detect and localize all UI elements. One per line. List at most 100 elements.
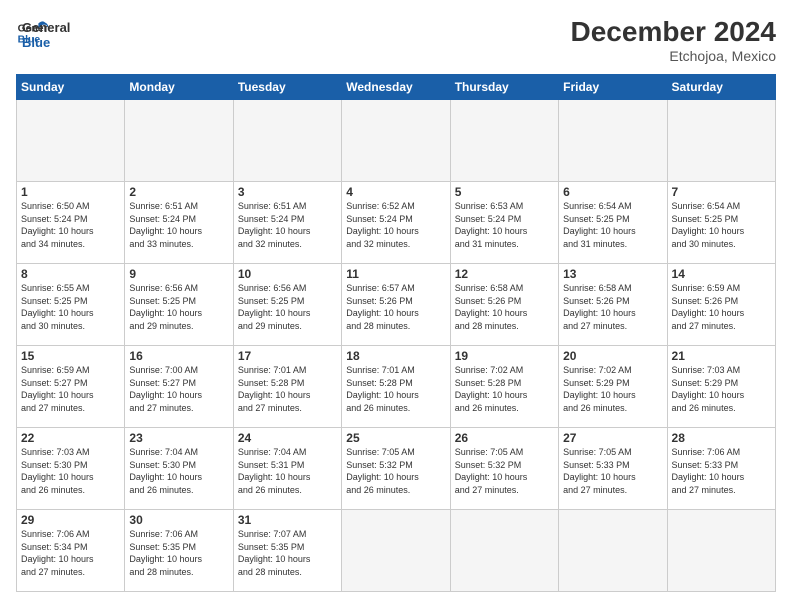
logo: General Blue General Blue <box>16 16 70 50</box>
day-number: 2 <box>129 185 228 199</box>
day-number: 10 <box>238 267 337 281</box>
table-row: 25Sunrise: 7:05 AMSunset: 5:32 PMDayligh… <box>342 428 450 510</box>
day-info: Sunrise: 6:59 AMSunset: 5:27 PMDaylight:… <box>21 364 120 414</box>
header-friday: Friday <box>559 75 667 100</box>
header-sunday: Sunday <box>17 75 125 100</box>
table-row: 10Sunrise: 6:56 AMSunset: 5:25 PMDayligh… <box>233 264 341 346</box>
day-info: Sunrise: 6:56 AMSunset: 5:25 PMDaylight:… <box>129 282 228 332</box>
calendar-row: 15Sunrise: 6:59 AMSunset: 5:27 PMDayligh… <box>17 346 776 428</box>
day-info: Sunrise: 7:05 AMSunset: 5:32 PMDaylight:… <box>346 446 445 496</box>
day-number: 4 <box>346 185 445 199</box>
calendar-row: 8Sunrise: 6:55 AMSunset: 5:25 PMDaylight… <box>17 264 776 346</box>
day-number: 7 <box>672 185 771 199</box>
table-row <box>125 100 233 182</box>
day-info: Sunrise: 7:02 AMSunset: 5:28 PMDaylight:… <box>455 364 554 414</box>
table-row: 30Sunrise: 7:06 AMSunset: 5:35 PMDayligh… <box>125 510 233 592</box>
day-info: Sunrise: 6:54 AMSunset: 5:25 PMDaylight:… <box>672 200 771 250</box>
day-number: 17 <box>238 349 337 363</box>
day-number: 1 <box>21 185 120 199</box>
calendar-row: 22Sunrise: 7:03 AMSunset: 5:30 PMDayligh… <box>17 428 776 510</box>
logo-line1: General <box>22 20 70 35</box>
day-info: Sunrise: 6:55 AMSunset: 5:25 PMDaylight:… <box>21 282 120 332</box>
calendar-table: Sunday Monday Tuesday Wednesday Thursday… <box>16 74 776 592</box>
weekday-header-row: Sunday Monday Tuesday Wednesday Thursday… <box>17 75 776 100</box>
table-row: 19Sunrise: 7:02 AMSunset: 5:28 PMDayligh… <box>450 346 558 428</box>
table-row: 3Sunrise: 6:51 AMSunset: 5:24 PMDaylight… <box>233 182 341 264</box>
calendar-row: 29Sunrise: 7:06 AMSunset: 5:34 PMDayligh… <box>17 510 776 592</box>
table-row: 5Sunrise: 6:53 AMSunset: 5:24 PMDaylight… <box>450 182 558 264</box>
table-row: 28Sunrise: 7:06 AMSunset: 5:33 PMDayligh… <box>667 428 775 510</box>
table-row: 6Sunrise: 6:54 AMSunset: 5:25 PMDaylight… <box>559 182 667 264</box>
day-info: Sunrise: 7:00 AMSunset: 5:27 PMDaylight:… <box>129 364 228 414</box>
table-row: 12Sunrise: 6:58 AMSunset: 5:26 PMDayligh… <box>450 264 558 346</box>
day-number: 11 <box>346 267 445 281</box>
table-row: 18Sunrise: 7:01 AMSunset: 5:28 PMDayligh… <box>342 346 450 428</box>
day-number: 18 <box>346 349 445 363</box>
logo-line2: Blue <box>22 35 70 50</box>
day-info: Sunrise: 7:01 AMSunset: 5:28 PMDaylight:… <box>238 364 337 414</box>
day-info: Sunrise: 6:53 AMSunset: 5:24 PMDaylight:… <box>455 200 554 250</box>
day-number: 31 <box>238 513 337 527</box>
day-number: 19 <box>455 349 554 363</box>
day-number: 21 <box>672 349 771 363</box>
day-info: Sunrise: 7:06 AMSunset: 5:35 PMDaylight:… <box>129 528 228 578</box>
day-info: Sunrise: 6:58 AMSunset: 5:26 PMDaylight:… <box>563 282 662 332</box>
day-number: 3 <box>238 185 337 199</box>
header-wednesday: Wednesday <box>342 75 450 100</box>
table-row: 22Sunrise: 7:03 AMSunset: 5:30 PMDayligh… <box>17 428 125 510</box>
day-info: Sunrise: 7:07 AMSunset: 5:35 PMDaylight:… <box>238 528 337 578</box>
table-row: 21Sunrise: 7:03 AMSunset: 5:29 PMDayligh… <box>667 346 775 428</box>
day-number: 15 <box>21 349 120 363</box>
day-info: Sunrise: 6:51 AMSunset: 5:24 PMDaylight:… <box>238 200 337 250</box>
day-info: Sunrise: 7:06 AMSunset: 5:33 PMDaylight:… <box>672 446 771 496</box>
table-row <box>450 510 558 592</box>
day-info: Sunrise: 6:57 AMSunset: 5:26 PMDaylight:… <box>346 282 445 332</box>
table-row <box>17 100 125 182</box>
day-number: 29 <box>21 513 120 527</box>
table-row: 16Sunrise: 7:00 AMSunset: 5:27 PMDayligh… <box>125 346 233 428</box>
table-row: 31Sunrise: 7:07 AMSunset: 5:35 PMDayligh… <box>233 510 341 592</box>
table-row: 14Sunrise: 6:59 AMSunset: 5:26 PMDayligh… <box>667 264 775 346</box>
table-row <box>559 100 667 182</box>
table-row <box>667 100 775 182</box>
day-number: 8 <box>21 267 120 281</box>
day-number: 12 <box>455 267 554 281</box>
calendar-row <box>17 100 776 182</box>
day-info: Sunrise: 7:04 AMSunset: 5:30 PMDaylight:… <box>129 446 228 496</box>
table-row: 20Sunrise: 7:02 AMSunset: 5:29 PMDayligh… <box>559 346 667 428</box>
table-row: 15Sunrise: 6:59 AMSunset: 5:27 PMDayligh… <box>17 346 125 428</box>
day-info: Sunrise: 7:06 AMSunset: 5:34 PMDaylight:… <box>21 528 120 578</box>
day-number: 26 <box>455 431 554 445</box>
table-row: 11Sunrise: 6:57 AMSunset: 5:26 PMDayligh… <box>342 264 450 346</box>
day-number: 23 <box>129 431 228 445</box>
table-row: 4Sunrise: 6:52 AMSunset: 5:24 PMDaylight… <box>342 182 450 264</box>
table-row: 24Sunrise: 7:04 AMSunset: 5:31 PMDayligh… <box>233 428 341 510</box>
table-row: 9Sunrise: 6:56 AMSunset: 5:25 PMDaylight… <box>125 264 233 346</box>
day-info: Sunrise: 6:54 AMSunset: 5:25 PMDaylight:… <box>563 200 662 250</box>
day-info: Sunrise: 7:03 AMSunset: 5:29 PMDaylight:… <box>672 364 771 414</box>
day-number: 22 <box>21 431 120 445</box>
day-info: Sunrise: 6:51 AMSunset: 5:24 PMDaylight:… <box>129 200 228 250</box>
day-info: Sunrise: 7:03 AMSunset: 5:30 PMDaylight:… <box>21 446 120 496</box>
table-row <box>342 100 450 182</box>
header-thursday: Thursday <box>450 75 558 100</box>
month-year: December 2024 <box>571 16 776 48</box>
day-info: Sunrise: 6:58 AMSunset: 5:26 PMDaylight:… <box>455 282 554 332</box>
day-info: Sunrise: 6:59 AMSunset: 5:26 PMDaylight:… <box>672 282 771 332</box>
table-row: 27Sunrise: 7:05 AMSunset: 5:33 PMDayligh… <box>559 428 667 510</box>
day-number: 16 <box>129 349 228 363</box>
table-row <box>342 510 450 592</box>
day-info: Sunrise: 7:04 AMSunset: 5:31 PMDaylight:… <box>238 446 337 496</box>
table-row <box>667 510 775 592</box>
day-info: Sunrise: 7:02 AMSunset: 5:29 PMDaylight:… <box>563 364 662 414</box>
page-container: General Blue General Blue December 2024 … <box>0 0 792 612</box>
calendar-row: 1Sunrise: 6:50 AMSunset: 5:24 PMDaylight… <box>17 182 776 264</box>
day-info: Sunrise: 7:05 AMSunset: 5:32 PMDaylight:… <box>455 446 554 496</box>
day-info: Sunrise: 6:56 AMSunset: 5:25 PMDaylight:… <box>238 282 337 332</box>
table-row: 2Sunrise: 6:51 AMSunset: 5:24 PMDaylight… <box>125 182 233 264</box>
table-row: 29Sunrise: 7:06 AMSunset: 5:34 PMDayligh… <box>17 510 125 592</box>
table-row <box>559 510 667 592</box>
day-number: 30 <box>129 513 228 527</box>
day-number: 13 <box>563 267 662 281</box>
table-row: 23Sunrise: 7:04 AMSunset: 5:30 PMDayligh… <box>125 428 233 510</box>
